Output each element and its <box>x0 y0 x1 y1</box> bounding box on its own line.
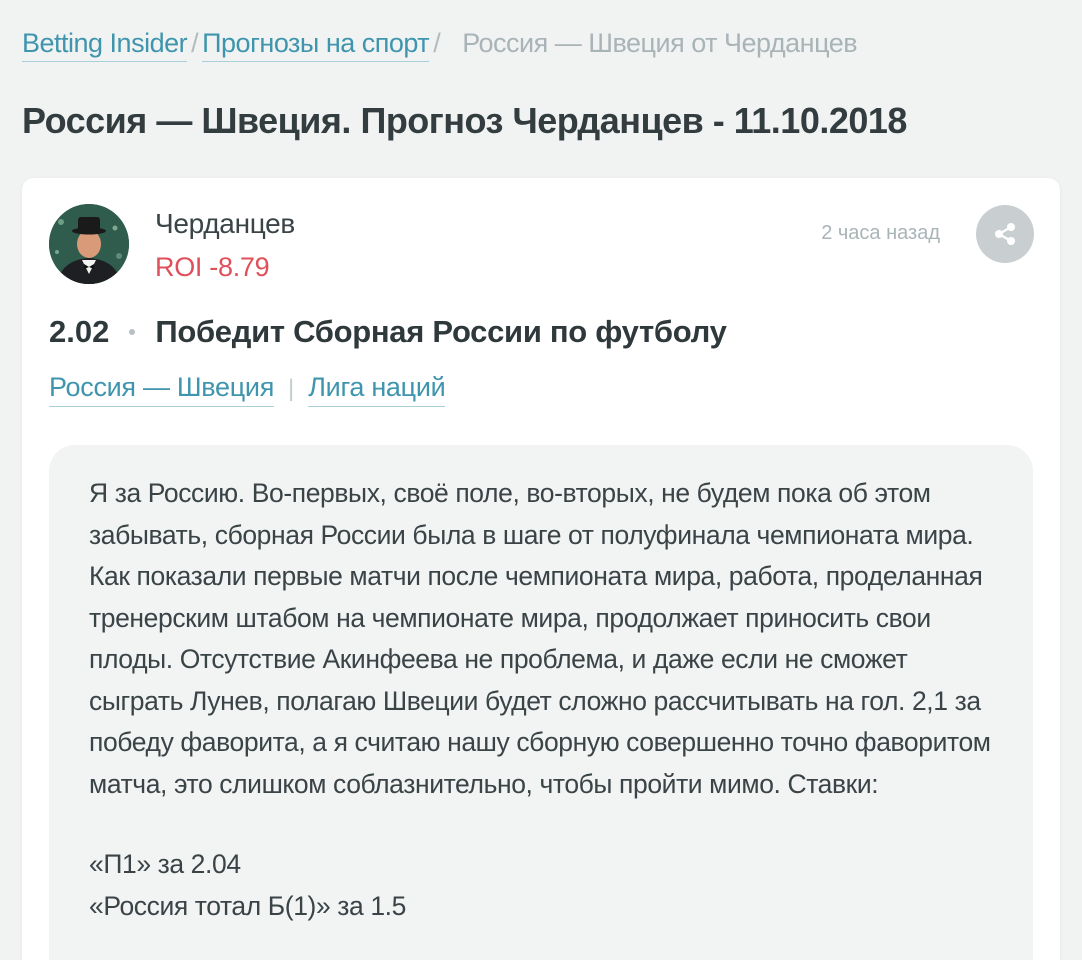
bet-title: Победит Сборная России по футболу <box>155 314 727 349</box>
tag-league-link[interactable]: Лига наций <box>308 372 446 407</box>
post-timestamp: 2 часа назад <box>821 222 940 244</box>
prediction-card: Черданцев ROI -8.79 2 часа назад 2.02 По… <box>22 178 1060 960</box>
share-icon <box>995 223 1015 245</box>
author-roi: ROI -8.79 <box>155 252 270 282</box>
bet-item: «П1» за 2.04 <box>89 849 241 879</box>
tag-match-link[interactable]: Россия — Швеция <box>49 372 274 407</box>
bet-item: «Россия тотал Б(1)» за 1.5 <box>89 891 406 921</box>
breadcrumb: Betting Insider / Прогнозы на спорт / Ро… <box>22 28 858 62</box>
breadcrumb-current: Россия — Швеция от Черданцев <box>462 28 858 58</box>
breadcrumb-link-home[interactable]: Betting Insider <box>22 28 188 62</box>
share-button[interactable] <box>976 205 1034 263</box>
comment-paragraph: Я за Россию. Во-первых, своё поле, во-вт… <box>89 478 991 799</box>
tag-separator: | <box>288 375 295 402</box>
bet-line: 2.02 Победит Сборная России по футболу <box>49 314 727 350</box>
comment-box: Я за Россию. Во-первых, своё поле, во-вт… <box>49 445 1033 960</box>
avatar[interactable] <box>49 204 129 284</box>
avatar-image <box>49 204 129 284</box>
bullet-separator <box>129 329 136 335</box>
breadcrumb-link-predictions[interactable]: Прогнозы на спорт <box>202 28 430 62</box>
page: Betting Insider / Прогнозы на спорт / Ро… <box>0 0 1082 960</box>
page-title: Россия — Швеция. Прогноз Черданцев - 11.… <box>22 100 907 141</box>
author-name[interactable]: Черданцев <box>155 208 295 240</box>
breadcrumb-separator: / <box>191 28 199 58</box>
breadcrumb-separator: / <box>433 28 441 58</box>
comment-text: Я за Россию. Во-первых, своё поле, во-вт… <box>89 473 1001 805</box>
bets-list: «П1» за 2.04 «Россия тотал Б(1)» за 1.5 <box>89 843 406 927</box>
bet-odds: 2.02 <box>49 314 110 349</box>
tags: Россия — Швеция | Лига наций <box>49 372 446 407</box>
